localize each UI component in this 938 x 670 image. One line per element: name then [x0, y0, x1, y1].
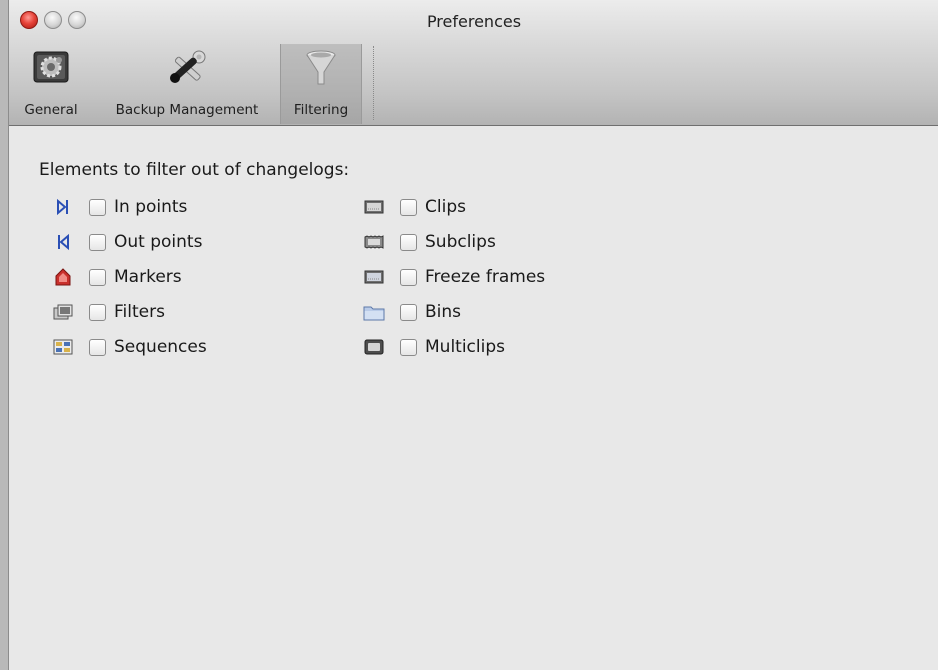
title-bar: Preferences General Backup Management Fi… [9, 0, 938, 126]
preferences-window: Preferences General Backup Management Fi… [8, 0, 938, 670]
option-row-freeze-frames: Freeze frames [362, 263, 545, 291]
tools-icon [165, 50, 209, 90]
window-title: Preferences [426, 12, 522, 31]
in-points-label: In points [114, 197, 188, 217]
clips-label: Clips [425, 197, 466, 217]
sequences-label: Sequences [114, 337, 207, 357]
bins-checkbox[interactable] [400, 303, 417, 321]
option-row-in-points: In points [51, 193, 187, 221]
filter-heading: Elements to filter out of changelogs: [39, 160, 350, 180]
out-points-checkbox[interactable] [89, 233, 106, 251]
markers-label: Markers [114, 267, 182, 287]
toolbar-general[interactable]: General [9, 44, 93, 124]
in-point-icon [51, 196, 75, 218]
filters-checkbox[interactable] [89, 303, 106, 321]
clip-icon [362, 196, 386, 218]
toolbar-general-label: General [24, 102, 78, 118]
freeze-frames-label: Freeze frames [425, 267, 546, 287]
filters-label: Filters [114, 302, 165, 322]
bin-folder-icon [362, 301, 386, 323]
toolbar-backup-management[interactable]: Backup Management [97, 44, 277, 124]
gear-icon [31, 50, 71, 88]
freeze-frame-icon [362, 266, 386, 288]
sequences-checkbox[interactable] [89, 338, 106, 356]
freeze-frames-checkbox[interactable] [400, 268, 417, 286]
subclip-icon [362, 231, 386, 253]
sequence-icon [51, 336, 75, 358]
toolbar-backup-label: Backup Management [115, 102, 259, 118]
subclips-checkbox[interactable] [400, 233, 417, 251]
clips-checkbox[interactable] [400, 198, 417, 216]
option-row-filters: Filters [51, 298, 165, 326]
toolbar-filtering[interactable]: Filtering [280, 44, 362, 124]
multiclips-label: Multiclips [425, 337, 505, 357]
option-row-markers: Markers [51, 263, 182, 291]
toolbar-separator [373, 46, 374, 120]
toolbar-filtering-label: Filtering [293, 102, 349, 118]
option-row-multiclips: Multiclips [362, 333, 505, 361]
option-row-subclips: Subclips [362, 228, 496, 256]
option-row-bins: Bins [362, 298, 461, 326]
out-point-icon [51, 231, 75, 253]
marker-icon [51, 266, 75, 288]
option-row-sequences: Sequences [51, 333, 207, 361]
out-points-label: Out points [114, 232, 203, 252]
option-row-clips: Clips [362, 193, 466, 221]
option-row-out-points: Out points [51, 228, 202, 256]
bins-label: Bins [425, 302, 462, 322]
multiclips-checkbox[interactable] [400, 338, 417, 356]
in-points-checkbox[interactable] [89, 198, 106, 216]
subclips-label: Subclips [425, 232, 496, 252]
funnel-icon [304, 50, 338, 90]
filter-effect-icon [51, 301, 75, 323]
multiclip-icon [362, 336, 386, 358]
markers-checkbox[interactable] [89, 268, 106, 286]
filtering-pane: Elements to filter out of changelogs: In… [9, 126, 938, 670]
